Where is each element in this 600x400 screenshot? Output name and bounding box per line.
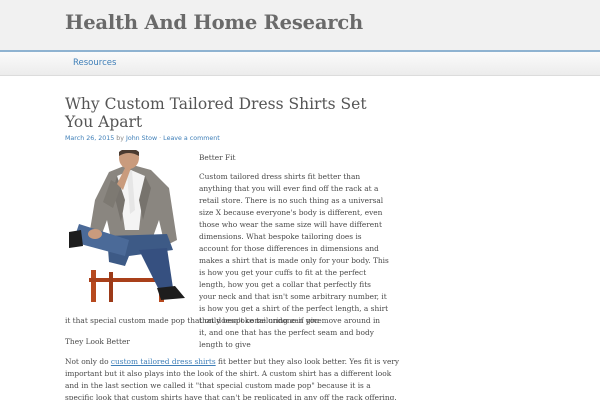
- section-heading-better-fit: Better Fit: [199, 153, 236, 162]
- post-title[interactable]: Why Custom Tailored Dress Shirts Set You…: [65, 95, 395, 131]
- post-meta: March 26, 2015 by John Stow · Leave a co…: [65, 135, 220, 142]
- post-date[interactable]: March 26, 2015: [65, 135, 114, 142]
- nav-bar: Resources: [0, 52, 600, 76]
- leave-comment-link[interactable]: Leave a comment: [163, 135, 220, 142]
- section-body-look-better: Not only do custom tailored dress shirts…: [65, 356, 400, 400]
- section-body-better-fit-tail: it that special custom made pop that onl…: [65, 316, 325, 325]
- body-text-before-link: Not only do: [65, 357, 111, 366]
- post-author[interactable]: John Stow: [126, 135, 157, 142]
- site-header: Health And Home Research: [0, 0, 600, 52]
- man-in-suit-photo: [69, 147, 189, 302]
- site-title[interactable]: Health And Home Research: [65, 11, 363, 34]
- section-heading-look-better: They Look Better: [65, 337, 130, 346]
- meta-by: by: [114, 135, 126, 142]
- custom-tailored-dress-shirts-link[interactable]: custom tailored dress shirts: [111, 357, 216, 366]
- nav-item-resources[interactable]: Resources: [73, 58, 116, 68]
